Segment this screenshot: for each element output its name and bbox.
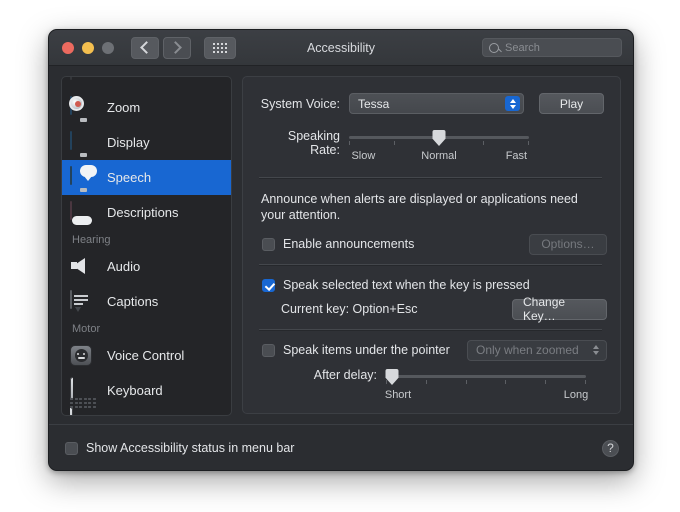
speech-icon — [70, 167, 96, 189]
divider — [259, 264, 602, 266]
zoom-icon — [70, 97, 96, 119]
speak-pointer-popup[interactable]: Only when zoomed — [467, 340, 607, 361]
sidebar-item-label: Audio — [107, 259, 140, 274]
forward-button[interactable] — [163, 37, 191, 59]
speaking-rate-slider[interactable]: Slow Normal Fast — [349, 128, 529, 164]
sidebar-item-label: Voice Control — [107, 348, 184, 363]
current-key-row: Current key: Option+Esc Change Key… — [257, 302, 604, 316]
zoom-button[interactable] — [102, 42, 114, 54]
slider-ticks — [386, 380, 586, 384]
show-all-button[interactable] — [204, 37, 236, 59]
sidebar-item-audio[interactable]: Audio — [62, 249, 231, 284]
show-status-menu-bar-label: Show Accessibility status in menu bar — [86, 441, 294, 455]
system-voice-row: System Voice: Tessa Play — [257, 93, 604, 114]
change-key-button[interactable]: Change Key… — [512, 299, 607, 320]
enable-announcements-label: Enable announcements — [283, 237, 414, 251]
descriptions-icon — [70, 202, 96, 224]
speaking-rate-max-label: Fast — [506, 150, 527, 162]
navigation-buttons — [131, 37, 191, 59]
sidebar-item-label: Zoom — [107, 100, 140, 115]
sidebar-item-voice-control[interactable]: Voice Control — [62, 338, 231, 373]
announce-options-button[interactable]: Options… — [529, 234, 607, 255]
sidebar-item-label: Speech — [107, 170, 151, 185]
show-status-menu-bar-checkbox[interactable] — [65, 442, 78, 455]
play-button[interactable]: Play — [539, 93, 604, 114]
speak-pointer-label: Speak items under the pointer — [283, 343, 450, 357]
after-delay-label: After delay: — [257, 367, 377, 382]
close-button[interactable] — [62, 42, 74, 54]
sidebar-item-keyboard[interactable]: Keyboard — [62, 373, 231, 408]
chevron-updown-icon — [588, 343, 603, 358]
keyboard-icon — [70, 380, 96, 402]
speaking-rate-mid-label: Normal — [421, 150, 456, 162]
accessibility-sidebar[interactable]: Zoom Display Speech — [61, 76, 232, 416]
search-field[interactable]: Search — [482, 38, 622, 57]
sidebar-item-label: Keyboard — [107, 383, 163, 398]
speaking-rate-row: Speaking Rate: Slow Normal Fast — [257, 128, 604, 164]
search-placeholder: Search — [505, 42, 540, 54]
speech-settings-panel: System Voice: Tessa Play Speaking Rate: — [242, 76, 621, 414]
current-key-label: Current key: Option+Esc — [281, 302, 418, 316]
system-preferences-window: Accessibility Search — [48, 29, 634, 471]
after-delay-max-label: Long — [564, 389, 588, 401]
minimize-button[interactable] — [82, 42, 94, 54]
speak-pointer-checkbox[interactable] — [262, 344, 275, 357]
slider-track — [386, 375, 586, 378]
speak-pointer-row: Speak items under the pointer Only when … — [257, 343, 604, 357]
window-body: Zoom Display Speech — [49, 66, 633, 471]
enable-announcements-row: Enable announcements Options… — [257, 237, 604, 251]
speak-selected-checkbox[interactable] — [262, 279, 275, 292]
after-delay-slider[interactable]: Short Long — [386, 367, 586, 403]
traffic-lights — [62, 42, 114, 54]
after-delay-min-label: Short — [385, 389, 411, 401]
sidebar-item-label: Captions — [107, 294, 158, 309]
voice-control-icon — [70, 345, 96, 367]
grid-icon — [213, 43, 227, 53]
window-footer: Show Accessibility status in menu bar ? — [49, 425, 633, 471]
sidebar-item-descriptions[interactable]: Descriptions — [62, 195, 231, 230]
speaking-rate-label: Speaking Rate: — [257, 128, 340, 157]
system-voice-popup[interactable]: Tessa — [349, 93, 524, 114]
after-delay-row: After delay: Short Long — [257, 367, 604, 403]
sidebar-item-captions[interactable]: Captions — [62, 284, 231, 319]
screenshot-root: Accessibility Search — [0, 0, 680, 512]
announce-description: Announce when alerts are displayed or ap… — [261, 191, 591, 223]
speak-selected-row: Speak selected text when the key is pres… — [257, 278, 604, 292]
forward-chevron-icon — [169, 41, 182, 54]
sidebar-item-zoom[interactable]: Zoom — [62, 90, 231, 125]
system-voice-value: Tessa — [358, 97, 389, 111]
window-titlebar: Accessibility Search — [49, 30, 633, 66]
enable-announcements-checkbox[interactable] — [262, 238, 275, 251]
sidebar-item-speech[interactable]: Speech — [62, 160, 231, 195]
sidebar-item-partial-top[interactable] — [62, 76, 231, 90]
system-voice-label: System Voice: — [257, 97, 340, 111]
display-icon — [70, 132, 96, 154]
sidebar-group-motor: Motor — [62, 319, 231, 338]
captions-icon — [70, 291, 96, 313]
sidebar-group-hearing: Hearing — [62, 230, 231, 249]
sidebar-scroll-content: Zoom Display Speech — [62, 76, 231, 408]
sidebar-item-label: Descriptions — [107, 205, 179, 220]
sidebar-item-label: Display — [107, 135, 150, 150]
chevron-updown-icon — [505, 96, 520, 111]
speaking-rate-min-label: Slow — [351, 150, 375, 162]
search-icon — [489, 43, 499, 53]
speak-pointer-popup-value: Only when zoomed — [476, 343, 579, 357]
back-button[interactable] — [131, 37, 159, 59]
back-chevron-icon — [140, 41, 153, 54]
divider — [259, 177, 602, 179]
speak-selected-label: Speak selected text when the key is pres… — [283, 278, 530, 292]
audio-icon — [70, 256, 96, 278]
sidebar-item-display[interactable]: Display — [62, 125, 231, 160]
divider — [259, 329, 602, 331]
help-button[interactable]: ? — [602, 440, 619, 457]
voiceover-icon — [70, 76, 96, 84]
